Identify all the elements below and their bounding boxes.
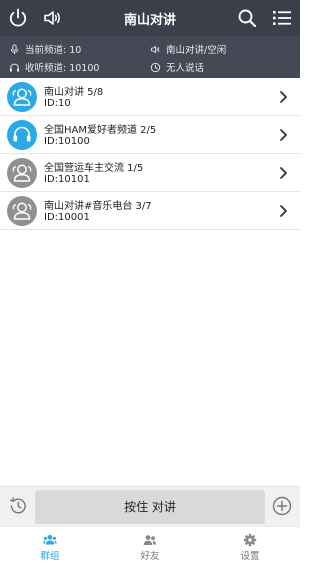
channel-state-text: 南山对讲/空闲 [166, 45, 227, 56]
channel-state-row: 南山对讲/空闲 [150, 42, 226, 56]
chevron-right-icon [278, 166, 288, 180]
channel-list-item[interactable]: 全国HAM爱好者频道 2/5 ID:10100 [0, 116, 300, 154]
add-button[interactable] [271, 495, 293, 517]
headset-icon [13, 126, 31, 142]
add-circle-icon [272, 496, 292, 516]
headset-avatar [7, 120, 37, 150]
group-people-icon [12, 202, 32, 220]
speaker-icon [150, 45, 160, 53]
chevron-right-icon [278, 204, 288, 218]
tab-groups[interactable]: 群组 [0, 527, 100, 565]
bottom-tab-bar: 群组 好友 设置 [0, 526, 300, 565]
speaker-state-row: 无人说话 [150, 60, 204, 74]
talk-bar: 按住 对讲 [0, 486, 300, 526]
current-channel-row: 当前频道: 10 [9, 42, 81, 56]
channel-list-item[interactable]: 南山对讲 5/8 ID:10 [0, 78, 300, 116]
push-to-talk-button[interactable]: 按住 对讲 [35, 490, 265, 524]
clock-icon [150, 62, 161, 72]
group-avatar [7, 82, 37, 112]
friends-icon [143, 535, 157, 545]
settings-icon [243, 533, 257, 547]
channel-id: ID:10101 [44, 174, 90, 185]
chevron-right-icon [278, 128, 288, 142]
app-header: 南山对讲 [0, 0, 300, 36]
channel-list-item[interactable]: 南山对讲#音乐电台 3/7 ID:10001 [0, 192, 300, 230]
menu-button[interactable] [270, 6, 294, 30]
tab-friends[interactable]: 好友 [100, 527, 200, 565]
current-channel-text: 当前频道: 10 [25, 45, 82, 56]
search-button[interactable] [235, 6, 259, 30]
channel-id: ID:10100 [44, 136, 90, 147]
tab-label: 好友 [140, 551, 160, 562]
channel-list: 南山对讲 5/8 ID:10 全国HAM爱好者频道 2/5 ID:10100 全… [0, 78, 300, 230]
channel-name: 全国营运车主交流 1/5 [44, 163, 144, 174]
status-panel: 当前频道: 10 收听频道: 10100 南山对讲/空闲 无人说话 [0, 36, 300, 78]
microphone-icon [10, 43, 19, 54]
search-icon [238, 9, 257, 28]
group-avatar [7, 158, 37, 188]
tab-label: 群组 [40, 551, 60, 562]
tab-settings[interactable]: 设置 [200, 527, 300, 565]
speaker-state-text: 无人说话 [166, 63, 205, 74]
chevron-right-icon [278, 90, 288, 104]
listening-channel-text: 收听频道: 10100 [25, 63, 100, 74]
list-menu-icon [273, 11, 291, 25]
group-icon [43, 534, 57, 545]
history-icon [9, 497, 26, 514]
channel-id: ID:10001 [44, 212, 90, 223]
history-button[interactable] [7, 495, 29, 517]
channel-name: 全国HAM爱好者频道 2/5 [44, 125, 157, 136]
headphones-icon [9, 63, 20, 72]
channel-id: ID:10 [44, 98, 71, 109]
channel-name: 南山对讲#音乐电台 3/7 [44, 201, 152, 212]
listening-channel-row: 收听频道: 10100 [9, 60, 99, 74]
group-people-icon [12, 88, 32, 106]
channel-list-item[interactable]: 全国营运车主交流 1/5 ID:10101 [0, 154, 300, 192]
tab-label: 设置 [240, 551, 260, 562]
channel-name: 南山对讲 5/8 [44, 87, 104, 98]
group-people-icon [12, 164, 32, 182]
group-avatar [7, 196, 37, 226]
